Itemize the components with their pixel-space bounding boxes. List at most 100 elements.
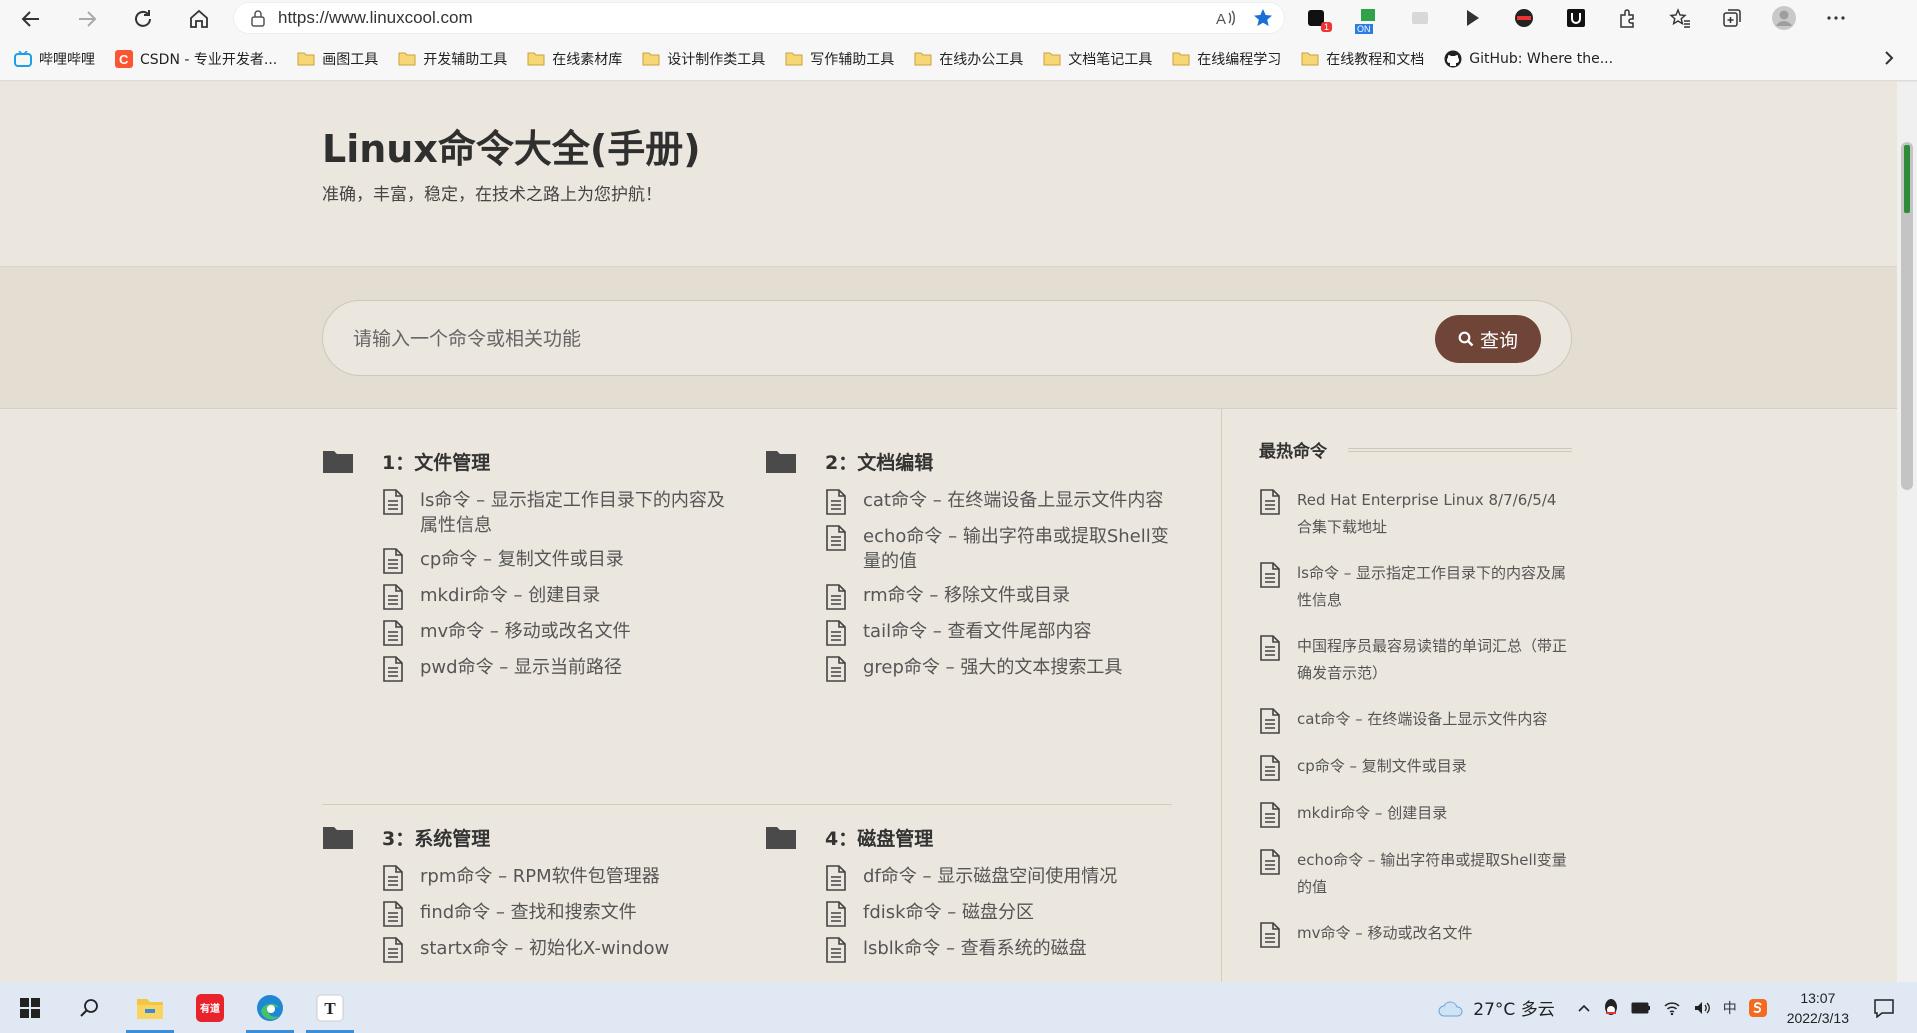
tray-expand-chevron-icon[interactable] <box>1577 1003 1591 1013</box>
command-link[interactable]: rm命令 – 移除文件或目录 <box>863 583 1183 608</box>
taskbar-search-button[interactable] <box>60 982 120 1033</box>
category-title[interactable]: 1：文件管理 <box>382 448 490 475</box>
bookmark-folder-dev[interactable]: 开发辅助工具 <box>398 49 507 69</box>
command-item[interactable]: ls命令 – 显示指定工作目录下的内容及属性信息 <box>382 488 742 538</box>
category-title[interactable]: 4：磁盘管理 <box>825 824 933 851</box>
hot-command-item[interactable]: 中国程序员最容易读错的单词汇总（带正确发音示范） <box>1259 633 1572 687</box>
bookmark-folder-assets[interactable]: 在线素材库 <box>527 49 622 69</box>
extension-translate-icon[interactable] <box>1404 2 1436 34</box>
hot-command-link[interactable]: 中国程序员最容易读错的单词汇总（带正确发音示范） <box>1297 633 1572 687</box>
command-item[interactable]: mv命令 – 移动或改名文件 <box>382 619 742 646</box>
command-link[interactable]: startx命令 – 初始化X-window <box>420 936 740 961</box>
command-item[interactable]: lsblk命令 – 查看系统的磁盘 <box>825 936 1185 963</box>
back-button[interactable] <box>12 3 50 35</box>
search-button[interactable]: 查询 <box>1435 315 1541 363</box>
bookmark-folder-office[interactable]: 在线办公工具 <box>914 49 1023 69</box>
address-bar[interactable]: https://www.linuxcool.com A <box>233 2 1285 34</box>
battery-icon[interactable] <box>1631 1002 1651 1014</box>
category-title[interactable]: 2：文档编辑 <box>825 448 933 475</box>
favorite-star-icon[interactable] <box>1252 7 1274 29</box>
command-item[interactable]: df命令 – 显示磁盘空间使用情况 <box>825 864 1185 891</box>
wifi-icon[interactable] <box>1663 1000 1681 1016</box>
bookmark-bilibili[interactable]: 哔哩哔哩 <box>14 49 95 69</box>
start-button[interactable] <box>0 982 60 1033</box>
bookmark-csdn[interactable]: C CSDN - 专业开发者... <box>115 49 277 69</box>
site-title[interactable]: Linux命令大全(手册) <box>322 118 701 173</box>
extension-on-icon[interactable]: ON <box>1352 2 1384 34</box>
qq-icon[interactable] <box>1603 998 1619 1018</box>
hot-command-link[interactable]: ls命令 – 显示指定工作目录下的内容及属性信息 <box>1297 560 1572 614</box>
youdao-button[interactable]: 有道 <box>180 982 240 1033</box>
command-item[interactable]: rm命令 – 移除文件或目录 <box>825 583 1185 610</box>
search-input[interactable] <box>353 321 1353 357</box>
bookmark-folder-writing[interactable]: 写作辅助工具 <box>785 49 894 69</box>
hot-command-item[interactable]: mv命令 – 移动或改名文件 <box>1259 920 1572 948</box>
command-link[interactable]: grep命令 – 强大的文本搜索工具 <box>863 655 1183 680</box>
command-link[interactable]: echo命令 – 输出字符串或提取Shell变量的值 <box>863 524 1183 574</box>
hot-command-item[interactable]: echo命令 – 输出字符串或提取Shell变量的值 <box>1259 847 1572 901</box>
more-menu-icon[interactable] <box>1820 2 1852 34</box>
command-item[interactable]: find命令 – 查找和搜索文件 <box>382 900 742 927</box>
notification-icon[interactable] <box>1873 998 1895 1018</box>
command-item[interactable]: startx命令 – 初始化X-window <box>382 936 742 963</box>
extension-play-icon[interactable] <box>1456 2 1488 34</box>
command-link[interactable]: cp命令 – 复制文件或目录 <box>420 547 740 572</box>
bookmark-folder-draw[interactable]: 画图工具 <box>297 49 378 69</box>
command-link[interactable]: ls命令 – 显示指定工作目录下的内容及属性信息 <box>420 488 740 538</box>
command-link[interactable]: fdisk命令 – 磁盘分区 <box>863 900 1183 925</box>
hot-command-item[interactable]: ls命令 – 显示指定工作目录下的内容及属性信息 <box>1259 560 1572 614</box>
hot-command-item[interactable]: Red Hat Enterprise Linux 8/7/6/5/4 合集下载地… <box>1259 487 1572 541</box>
command-item[interactable]: grep命令 – 强大的文本搜索工具 <box>825 655 1185 682</box>
bookmark-folder-notes[interactable]: 文档笔记工具 <box>1043 49 1152 69</box>
command-item[interactable]: rpm命令 – RPM软件包管理器 <box>382 864 742 891</box>
hot-command-link[interactable]: cp命令 – 复制文件或目录 <box>1297 753 1572 780</box>
command-link[interactable]: cat命令 – 在终端设备上显示文件内容 <box>863 488 1183 513</box>
command-link[interactable]: mkdir命令 – 创建目录 <box>420 583 740 608</box>
read-aloud-icon[interactable]: A <box>1214 7 1236 29</box>
command-item[interactable]: cat命令 – 在终端设备上显示文件内容 <box>825 488 1185 515</box>
command-link[interactable]: rpm命令 – RPM软件包管理器 <box>420 864 740 889</box>
file-explorer-button[interactable] <box>120 982 180 1033</box>
weather-widget[interactable]: 27°C 多云 <box>1437 995 1555 1020</box>
hot-command-link[interactable]: echo命令 – 输出字符串或提取Shell变量的值 <box>1297 847 1572 901</box>
command-item[interactable]: tail命令 – 查看文件尾部内容 <box>825 619 1185 646</box>
bookmark-github[interactable]: GitHub: Where the... <box>1444 50 1613 68</box>
hot-command-item[interactable]: mkdir命令 – 创建目录 <box>1259 800 1572 828</box>
url-text[interactable]: https://www.linuxcool.com <box>278 8 473 28</box>
sogou-input-icon[interactable] <box>1748 998 1767 1017</box>
command-item[interactable]: fdisk命令 – 磁盘分区 <box>825 900 1185 927</box>
page-scrollbar[interactable] <box>1897 82 1917 982</box>
command-link[interactable]: lsblk命令 – 查看系统的磁盘 <box>863 936 1183 961</box>
command-item[interactable]: echo命令 – 输出字符串或提取Shell变量的值 <box>825 524 1185 574</box>
forward-button[interactable] <box>68 3 106 35</box>
bookmarks-overflow-chevron-icon[interactable] <box>1883 49 1895 67</box>
profile-avatar-icon[interactable] <box>1768 2 1800 34</box>
command-item[interactable]: cp命令 – 复制文件或目录 <box>382 547 742 574</box>
edge-browser-button[interactable] <box>240 982 300 1033</box>
hot-command-item[interactable]: cp命令 – 复制文件或目录 <box>1259 753 1572 781</box>
command-link[interactable]: find命令 – 查找和搜索文件 <box>420 900 740 925</box>
hot-command-link[interactable]: mv命令 – 移动或改名文件 <box>1297 920 1572 947</box>
collections-icon[interactable] <box>1716 2 1748 34</box>
command-link[interactable]: tail命令 – 查看文件尾部内容 <box>863 619 1183 644</box>
home-button[interactable] <box>180 3 218 35</box>
hot-command-link[interactable]: cat命令 – 在终端设备上显示文件内容 <box>1297 706 1572 733</box>
favorites-icon[interactable] <box>1664 2 1696 34</box>
bookmark-folder-design[interactable]: 设计制作类工具 <box>642 49 765 69</box>
ime-indicator[interactable]: 中 <box>1723 998 1737 1018</box>
extensions-puzzle-icon[interactable] <box>1612 2 1644 34</box>
command-item[interactable]: pwd命令 – 显示当前路径 <box>382 655 742 682</box>
bookmark-folder-tutorials[interactable]: 在线教程和文档 <box>1301 49 1424 69</box>
extension-u-icon[interactable] <box>1560 2 1592 34</box>
command-link[interactable]: df命令 – 显示磁盘空间使用情况 <box>863 864 1183 889</box>
hot-command-link[interactable]: mkdir命令 – 创建目录 <box>1297 800 1572 827</box>
lock-icon[interactable] <box>250 9 266 27</box>
extension-ninja-icon[interactable] <box>1508 2 1540 34</box>
system-clock[interactable]: 13:07 2022/3/13 <box>1787 988 1849 1028</box>
category-title[interactable]: 3：系统管理 <box>382 824 490 851</box>
bookmark-folder-coding[interactable]: 在线编程学习 <box>1172 49 1281 69</box>
command-link[interactable]: pwd命令 – 显示当前路径 <box>420 655 740 680</box>
hot-command-link[interactable]: Red Hat Enterprise Linux 8/7/6/5/4 合集下载地… <box>1297 487 1572 541</box>
command-item[interactable]: mkdir命令 – 创建目录 <box>382 583 742 610</box>
hot-command-item[interactable]: cat命令 – 在终端设备上显示文件内容 <box>1259 706 1572 734</box>
